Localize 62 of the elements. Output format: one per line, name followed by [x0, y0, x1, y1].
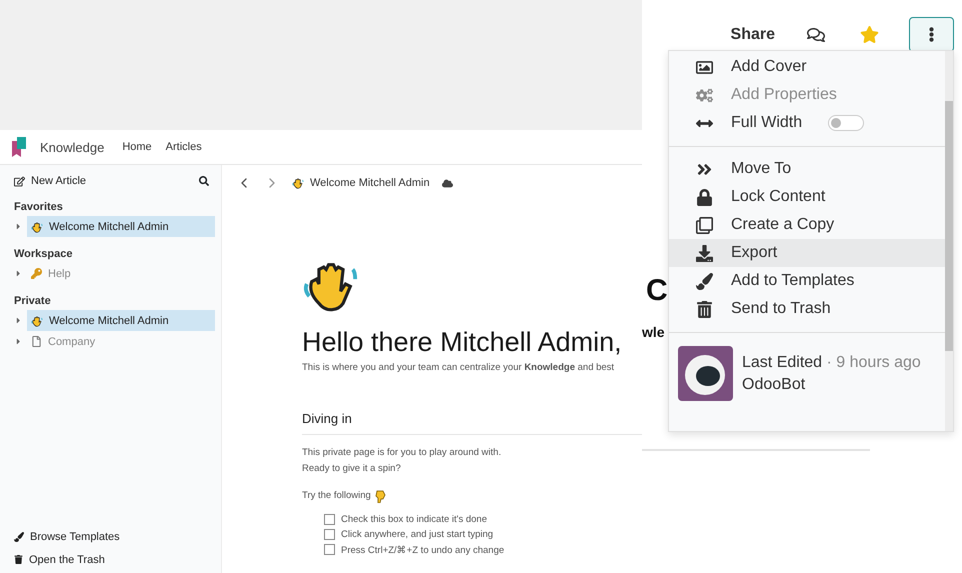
checkbox[interactable] — [324, 529, 335, 540]
menu-item[interactable]: Send to Trash — [669, 295, 945, 323]
paragraph: This private page is for you to play around with. — [302, 446, 502, 460]
sidebar-footer-link[interactable]: Open the Trash — [14, 548, 215, 571]
checklist-item: Check this box to indicate it's done — [341, 514, 487, 525]
trash-icon — [696, 300, 712, 318]
app-logo-icon — [12, 137, 26, 157]
menu-item[interactable]: Full Width — [669, 109, 945, 137]
waving-hand-icon — [31, 220, 43, 232]
nav-link[interactable]: Articles — [166, 141, 202, 153]
section-title: Favorites — [14, 201, 64, 213]
checkbox[interactable] — [324, 544, 335, 555]
more-options-button[interactable] — [909, 17, 954, 52]
checklist-item: Press Ctrl+Z/⌘+Z to undo any change — [341, 544, 504, 556]
document-icon — [31, 336, 42, 347]
author-name: OdooBot — [742, 374, 806, 394]
share-button[interactable]: Share — [724, 24, 781, 44]
paragraph: Try the following — [302, 489, 371, 503]
waving-hand-icon — [31, 314, 43, 326]
breadcrumb-title: Welcome Mitchell Admin — [310, 177, 430, 189]
pointing-hand-icon — [374, 490, 386, 502]
gears-icon — [696, 86, 712, 104]
sidebar-item[interactable]: Welcome Mitchell Admin — [27, 310, 215, 331]
copy-icon — [696, 216, 712, 234]
star-icon — [860, 25, 878, 44]
section-title: Private — [14, 295, 52, 307]
menu-item[interactable]: Export — [669, 239, 945, 267]
section-title: Workspace — [14, 248, 74, 260]
lock-icon — [696, 188, 712, 206]
menu-item[interactable]: Move To — [669, 155, 945, 183]
checkbox[interactable] — [324, 514, 335, 525]
menu-item[interactable]: Lock Content — [669, 183, 945, 211]
menu-item[interactable]: Create a Copy — [669, 211, 945, 239]
nav-link[interactable]: Home — [122, 141, 152, 153]
cloud-icon — [442, 178, 453, 188]
avatar — [678, 346, 733, 401]
brush-icon — [14, 532, 24, 542]
subtitle-fragment: wle — [642, 324, 665, 340]
new-article-button[interactable]: New Article — [14, 175, 86, 187]
search-icon[interactable] — [199, 176, 209, 186]
section-heading: Diving in — [302, 411, 353, 426]
key-icon — [31, 268, 42, 279]
article-subtitle: This is where you and your team can centralize your Knowledge and best — [302, 362, 616, 373]
sidebar-footer-link[interactable]: Browse Templates — [14, 525, 215, 548]
article-heading: Hello there Mitchell Admin, — [302, 327, 623, 358]
scrollbar[interactable] — [945, 101, 953, 351]
last-edited-text: Last Edited · 9 hours ago — [742, 352, 921, 372]
edit-icon — [14, 176, 25, 186]
waving-hand-icon — [292, 177, 304, 189]
checklist-item: Click anywhere, and just start typing — [341, 529, 494, 540]
app-name: Knowledge — [40, 140, 104, 154]
menu-item[interactable]: Add Cover — [669, 53, 945, 81]
menu-item[interactable]: Add to Templates — [669, 267, 945, 295]
paragraph: Ready to give it a spin? — [302, 462, 402, 476]
toggle-switch[interactable] — [828, 115, 864, 131]
brush-icon — [696, 272, 712, 290]
sidebar-item[interactable]: Welcome Mitchell Admin — [27, 216, 215, 237]
image-icon — [696, 58, 712, 76]
trash-icon — [14, 555, 23, 564]
chat-icon — [807, 26, 825, 44]
heading-fragment: C — [646, 274, 668, 308]
download-icon — [696, 244, 712, 262]
